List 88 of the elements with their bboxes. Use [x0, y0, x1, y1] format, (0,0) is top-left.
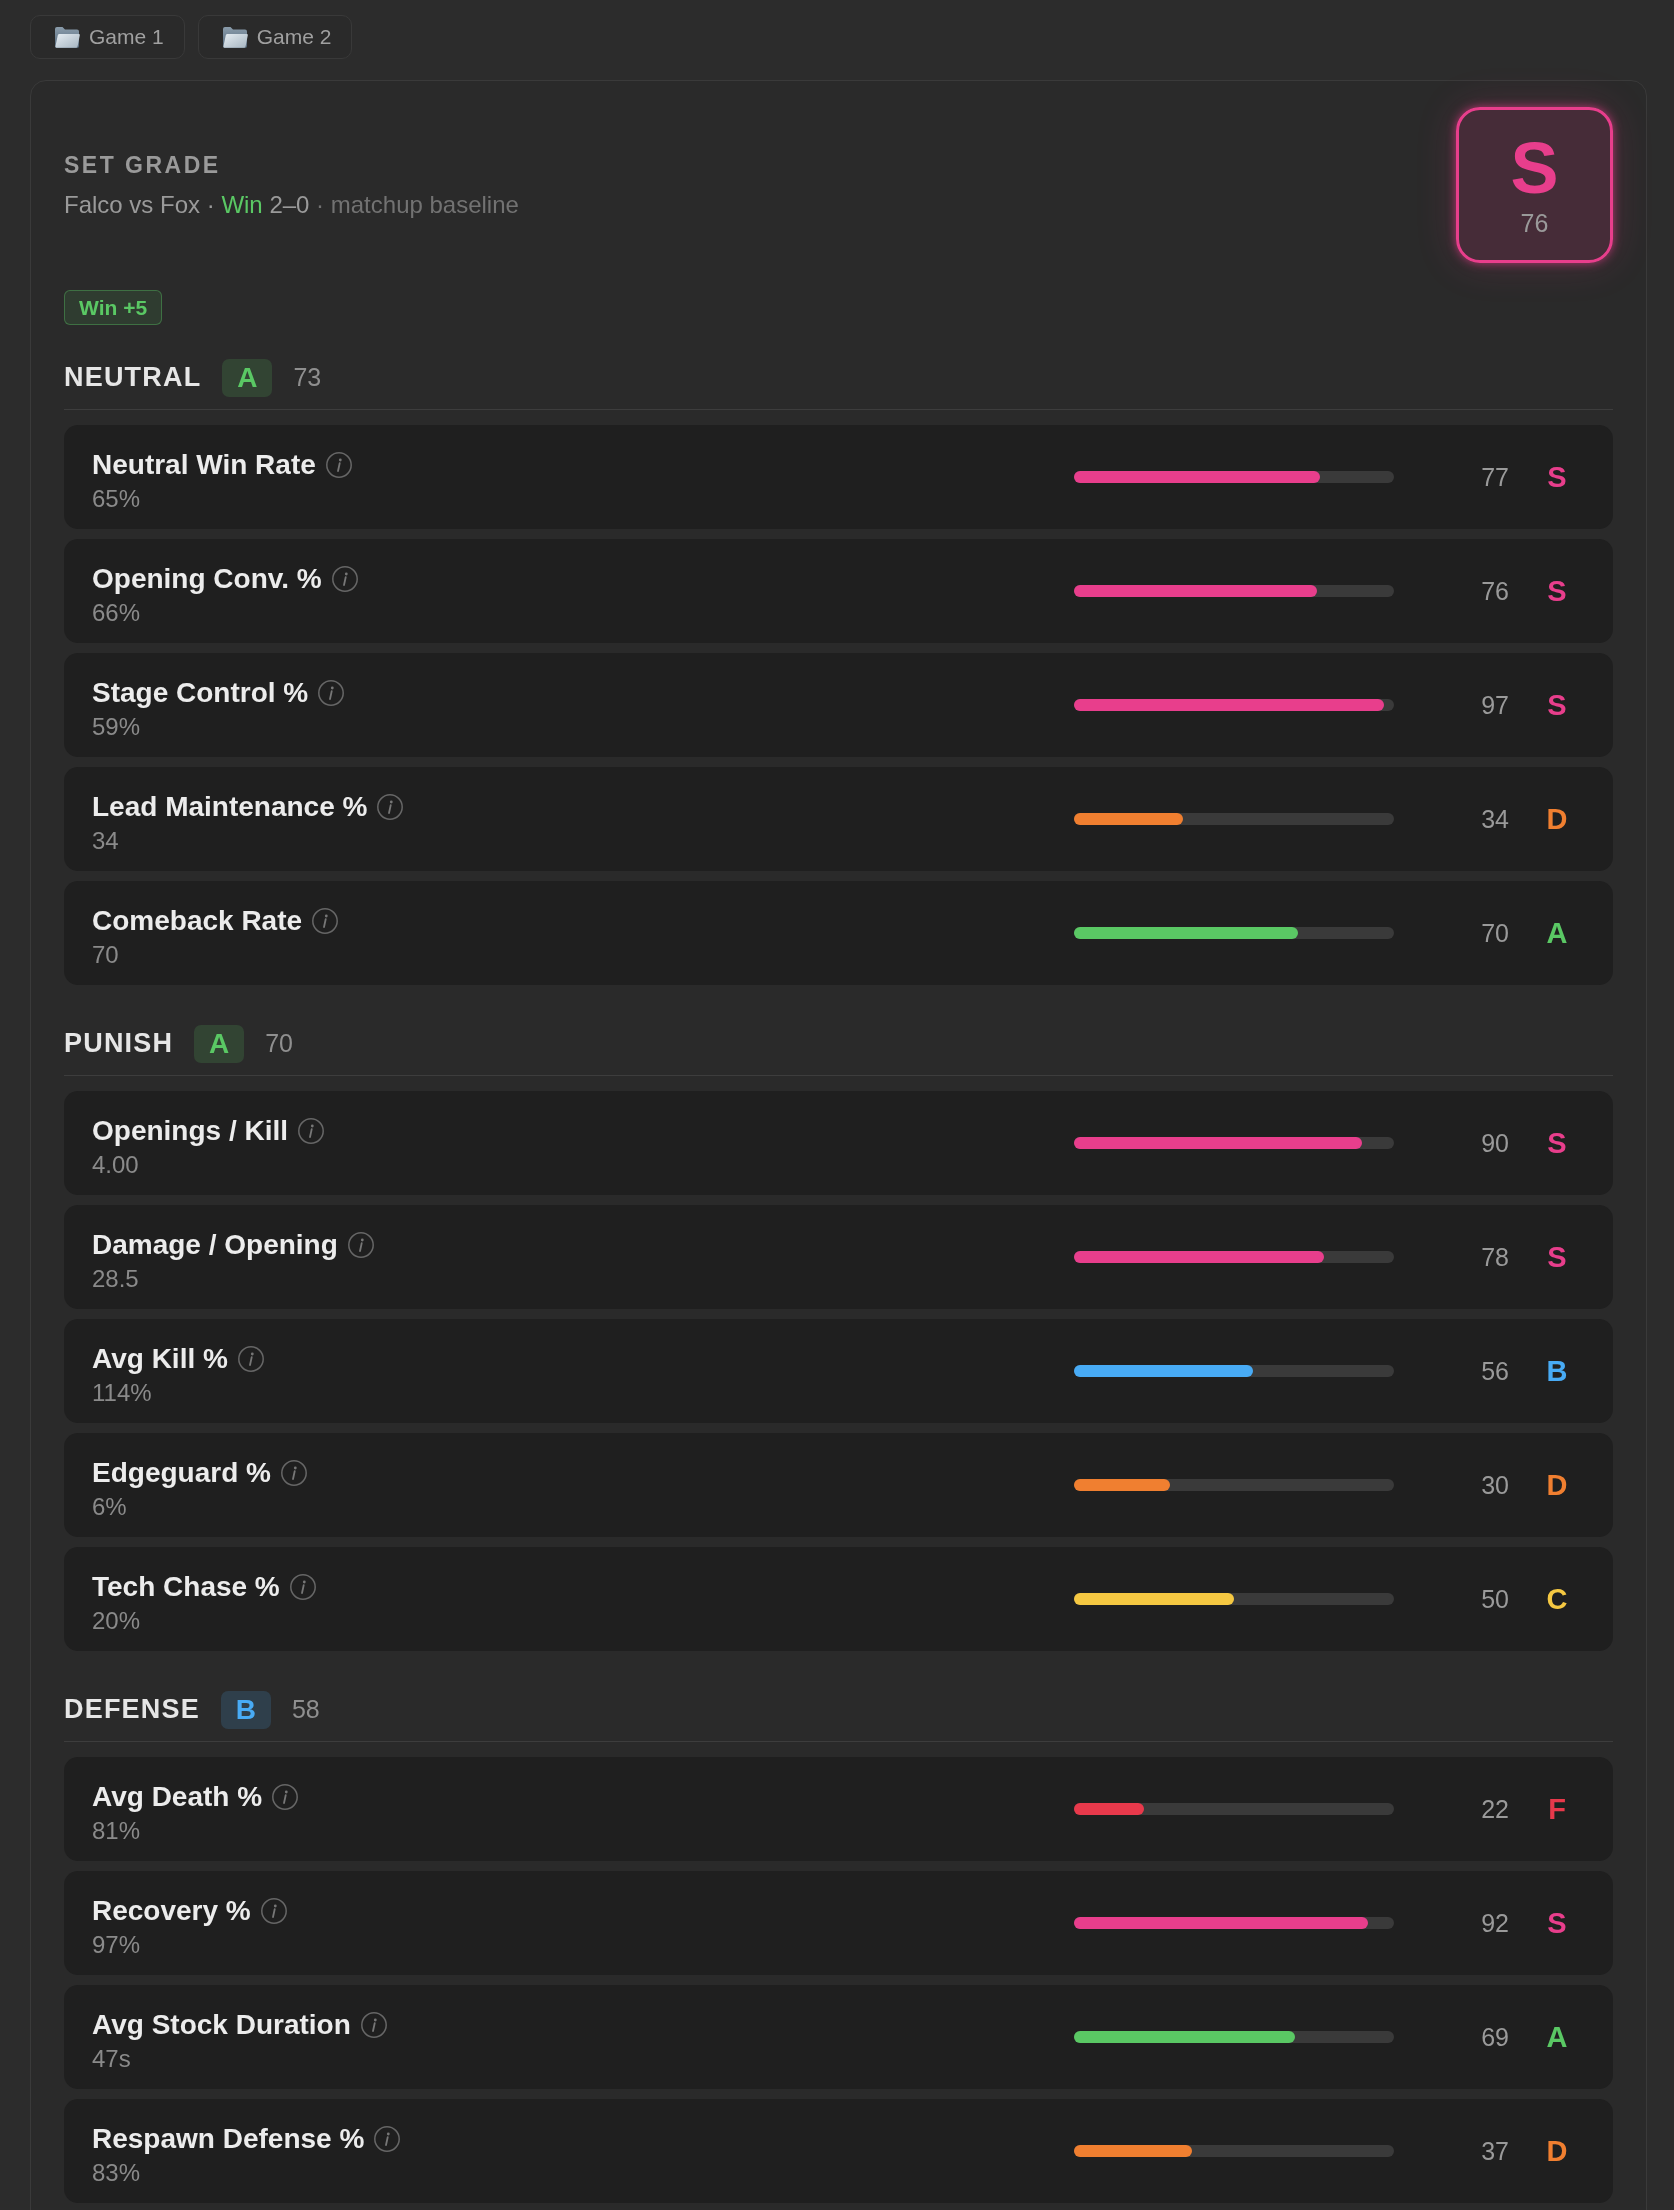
- metric-grade: S: [1546, 574, 1568, 608]
- metric-score: 56: [1480, 1356, 1509, 1386]
- metric-name: Recovery %: [92, 1894, 251, 1927]
- metric-name: Avg Kill %: [92, 1342, 228, 1375]
- metric-value: 28.5: [92, 1263, 139, 1294]
- metric-value: 4.00: [92, 1149, 139, 1180]
- game-tab[interactable]: Game 1: [30, 15, 185, 59]
- section-score: 73: [293, 363, 322, 392]
- metric-name: Edgeguard %: [92, 1456, 271, 1489]
- metric-name: Damage / Opening: [92, 1228, 338, 1261]
- metric-name: Tech Chase %: [92, 1570, 280, 1603]
- metric-grade: S: [1546, 1240, 1568, 1274]
- metric-grade: S: [1546, 460, 1568, 494]
- metric-score: 97: [1480, 690, 1509, 720]
- folder-icon: [54, 25, 80, 49]
- metric-value: 70: [92, 939, 119, 970]
- metric-name: Avg Stock Duration: [92, 2008, 351, 2041]
- section-grade: B: [235, 1694, 257, 1725]
- metric-grade: B: [1545, 1354, 1569, 1388]
- metric-grade: A: [1545, 916, 1569, 950]
- section-title: PUNISH: [64, 1028, 174, 1059]
- metric-value: 6%: [92, 1491, 127, 1522]
- metric-name: Lead Maintenance %: [92, 790, 368, 823]
- section-score: 58: [291, 1695, 320, 1724]
- metric-value: 114%: [92, 1377, 152, 1408]
- folder-icon: [221, 25, 248, 49]
- section-title: NEUTRAL: [64, 362, 202, 393]
- metric-score: 70: [1480, 918, 1509, 948]
- metric-name: Opening Conv. %: [92, 562, 322, 595]
- metric-score: 78: [1480, 1242, 1509, 1272]
- metric-grade: C: [1545, 1582, 1569, 1616]
- game-tab[interactable]: Game 2: [197, 15, 353, 59]
- metric-value: 20%: [92, 1605, 141, 1636]
- metric-score: 34: [1480, 804, 1509, 834]
- info-icon[interactable]: [325, 451, 352, 478]
- info-icon[interactable]: [312, 907, 339, 934]
- section-title: DEFENSE: [64, 1694, 200, 1725]
- match-summary: Falco vs Fox · Win 2–0 · matchup baseline: [64, 190, 519, 220]
- info-icon[interactable]: [280, 1459, 307, 1486]
- metric-name: Avg Death %: [92, 1780, 263, 1813]
- info-icon[interactable]: [377, 793, 404, 820]
- info-icon[interactable]: [298, 1117, 324, 1144]
- info-icon[interactable]: [331, 565, 358, 592]
- metric-grade: D: [1545, 802, 1569, 836]
- info-icon[interactable]: [347, 1231, 374, 1258]
- metric-grade: D: [1545, 1468, 1569, 1502]
- info-icon[interactable]: [289, 1573, 316, 1600]
- metric-value: 81%: [92, 1815, 141, 1846]
- metric-value: 59%: [92, 711, 141, 742]
- grade-score: 76: [1520, 208, 1549, 238]
- metric-value: 66%: [92, 597, 141, 628]
- section-grade: A: [237, 362, 258, 393]
- info-icon[interactable]: [318, 679, 345, 706]
- section-grade: A: [209, 1028, 230, 1059]
- metric-grade: D: [1545, 2134, 1569, 2168]
- metric-score: 22: [1480, 1794, 1509, 1824]
- info-icon[interactable]: [272, 1783, 299, 1810]
- metric-grade: S: [1546, 688, 1568, 722]
- metric-value: 34: [92, 825, 119, 856]
- metric-name: Stage Control %: [92, 676, 309, 709]
- info-icon[interactable]: [260, 1897, 287, 1924]
- metric-score: 77: [1480, 462, 1509, 492]
- metric-name: Openings / Kill: [92, 1114, 288, 1147]
- section-score: 70: [265, 1029, 294, 1058]
- metric-score: 69: [1480, 2022, 1509, 2052]
- metric-name: Respawn Defense %: [92, 2122, 365, 2155]
- info-icon[interactable]: [237, 1345, 264, 1372]
- metric-score: 76: [1480, 576, 1509, 606]
- metric-value: 83%: [92, 2157, 141, 2188]
- metric-grade: S: [1546, 1126, 1568, 1160]
- bonus-tag: Win +5: [64, 290, 163, 325]
- metric-grade: S: [1546, 1906, 1568, 1940]
- info-icon[interactable]: [360, 2011, 387, 2038]
- grade-letter: S: [1510, 132, 1559, 204]
- metric-score: 30: [1480, 1470, 1509, 1500]
- info-icon[interactable]: [374, 2125, 401, 2152]
- panel-title: SET GRADE: [64, 151, 222, 180]
- metric-score: 50: [1480, 1584, 1509, 1614]
- metric-grade: F: [1547, 1792, 1567, 1826]
- metric-value: 65%: [92, 483, 141, 514]
- metric-value: 47s: [92, 2043, 131, 2074]
- metric-score: 90: [1480, 1128, 1509, 1158]
- metric-grade: A: [1545, 2020, 1569, 2054]
- metric-score: 92: [1480, 1908, 1509, 1938]
- metric-value: 97%: [92, 1929, 141, 1960]
- metric-name: Comeback Rate: [92, 904, 303, 937]
- metric-name: Neutral Win Rate: [92, 448, 316, 481]
- metric-score: 37: [1480, 2136, 1509, 2166]
